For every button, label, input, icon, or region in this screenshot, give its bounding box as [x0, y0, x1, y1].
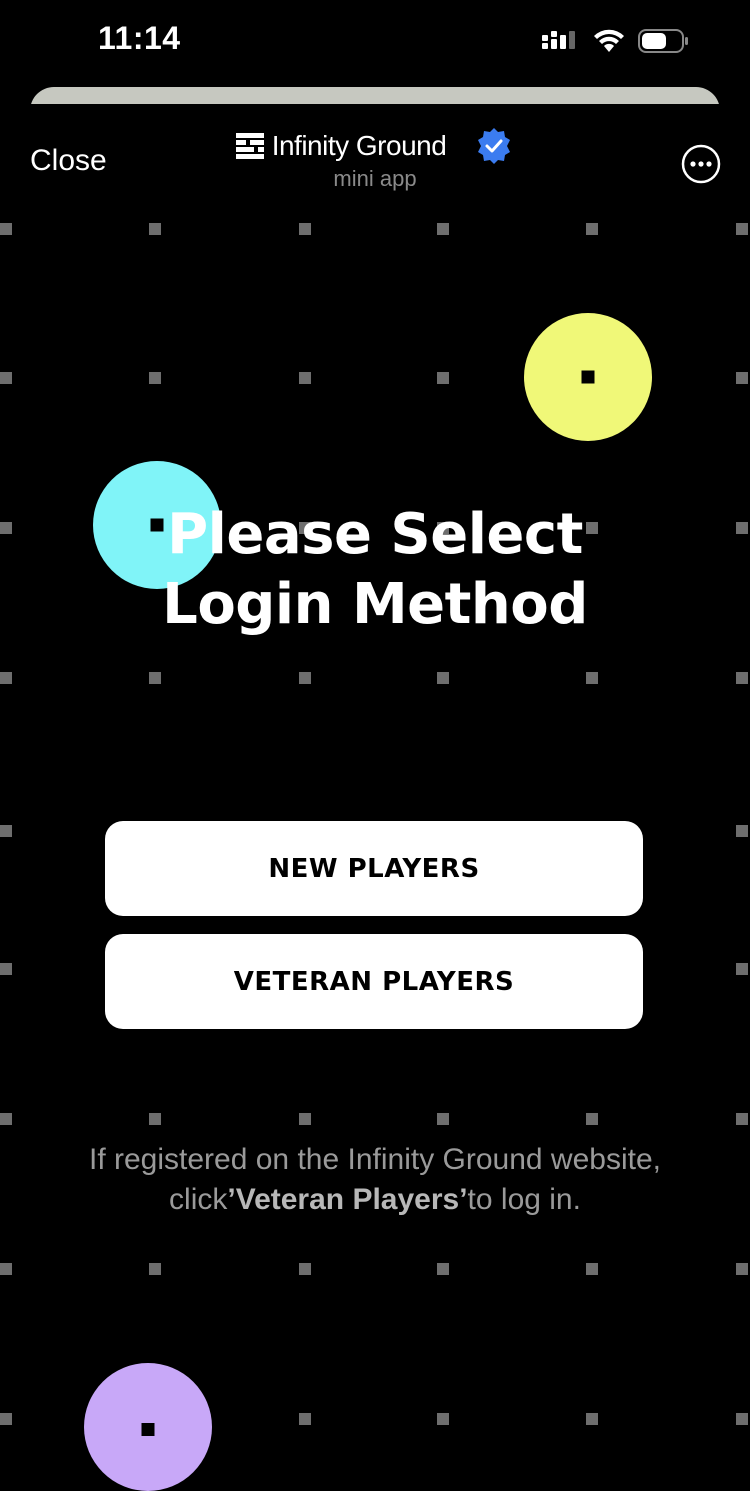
login-hint-line-2: click’Veteran Players’to log in.: [0, 1180, 750, 1220]
hint-prefix: click: [169, 1183, 228, 1216]
status-icons: [542, 26, 690, 56]
decor-circle-yellow: [524, 313, 652, 441]
status-time: 11:14: [98, 20, 181, 56]
new-players-button[interactable]: NEW PLAYERS: [105, 821, 643, 916]
login-hint-line-1: If registered on the Infinity Ground web…: [89, 1143, 661, 1176]
circle-center-dot: [141, 1423, 155, 1436]
battery-icon: [638, 29, 688, 53]
veteran-players-button[interactable]: VETERAN PLAYERS: [105, 934, 643, 1029]
page-title: Please Select Login Method: [0, 500, 750, 640]
mini-app-header: Close Infinity Ground mini app: [0, 104, 750, 204]
header-subtitle: mini app: [333, 166, 417, 191]
brand-row: Infinity Ground: [235, 126, 515, 166]
hint-suffix: to log in.: [467, 1183, 581, 1216]
wifi-icon: [594, 29, 624, 52]
login-hint: If registered on the Infinity Ground web…: [0, 1140, 750, 1220]
brand-name: Infinity Ground: [271, 130, 447, 161]
title-line-1: Please Select: [167, 502, 583, 567]
decor-circle-purple: [84, 1363, 212, 1491]
sheet-background: [0, 104, 750, 1427]
verified-badge-icon: [478, 128, 511, 164]
more-options-icon[interactable]: [681, 144, 721, 184]
hint-emphasis: ’Veteran Players’: [227, 1183, 468, 1216]
infinity-ground-logo-icon: [235, 133, 264, 159]
circle-center-dot: [581, 370, 595, 384]
title-line-2: Login Method: [162, 572, 588, 637]
cellular-signal-icon: [542, 31, 575, 49]
header-brand: Infinity Ground: [0, 126, 750, 166]
status-bar: 11:14: [0, 0, 750, 80]
